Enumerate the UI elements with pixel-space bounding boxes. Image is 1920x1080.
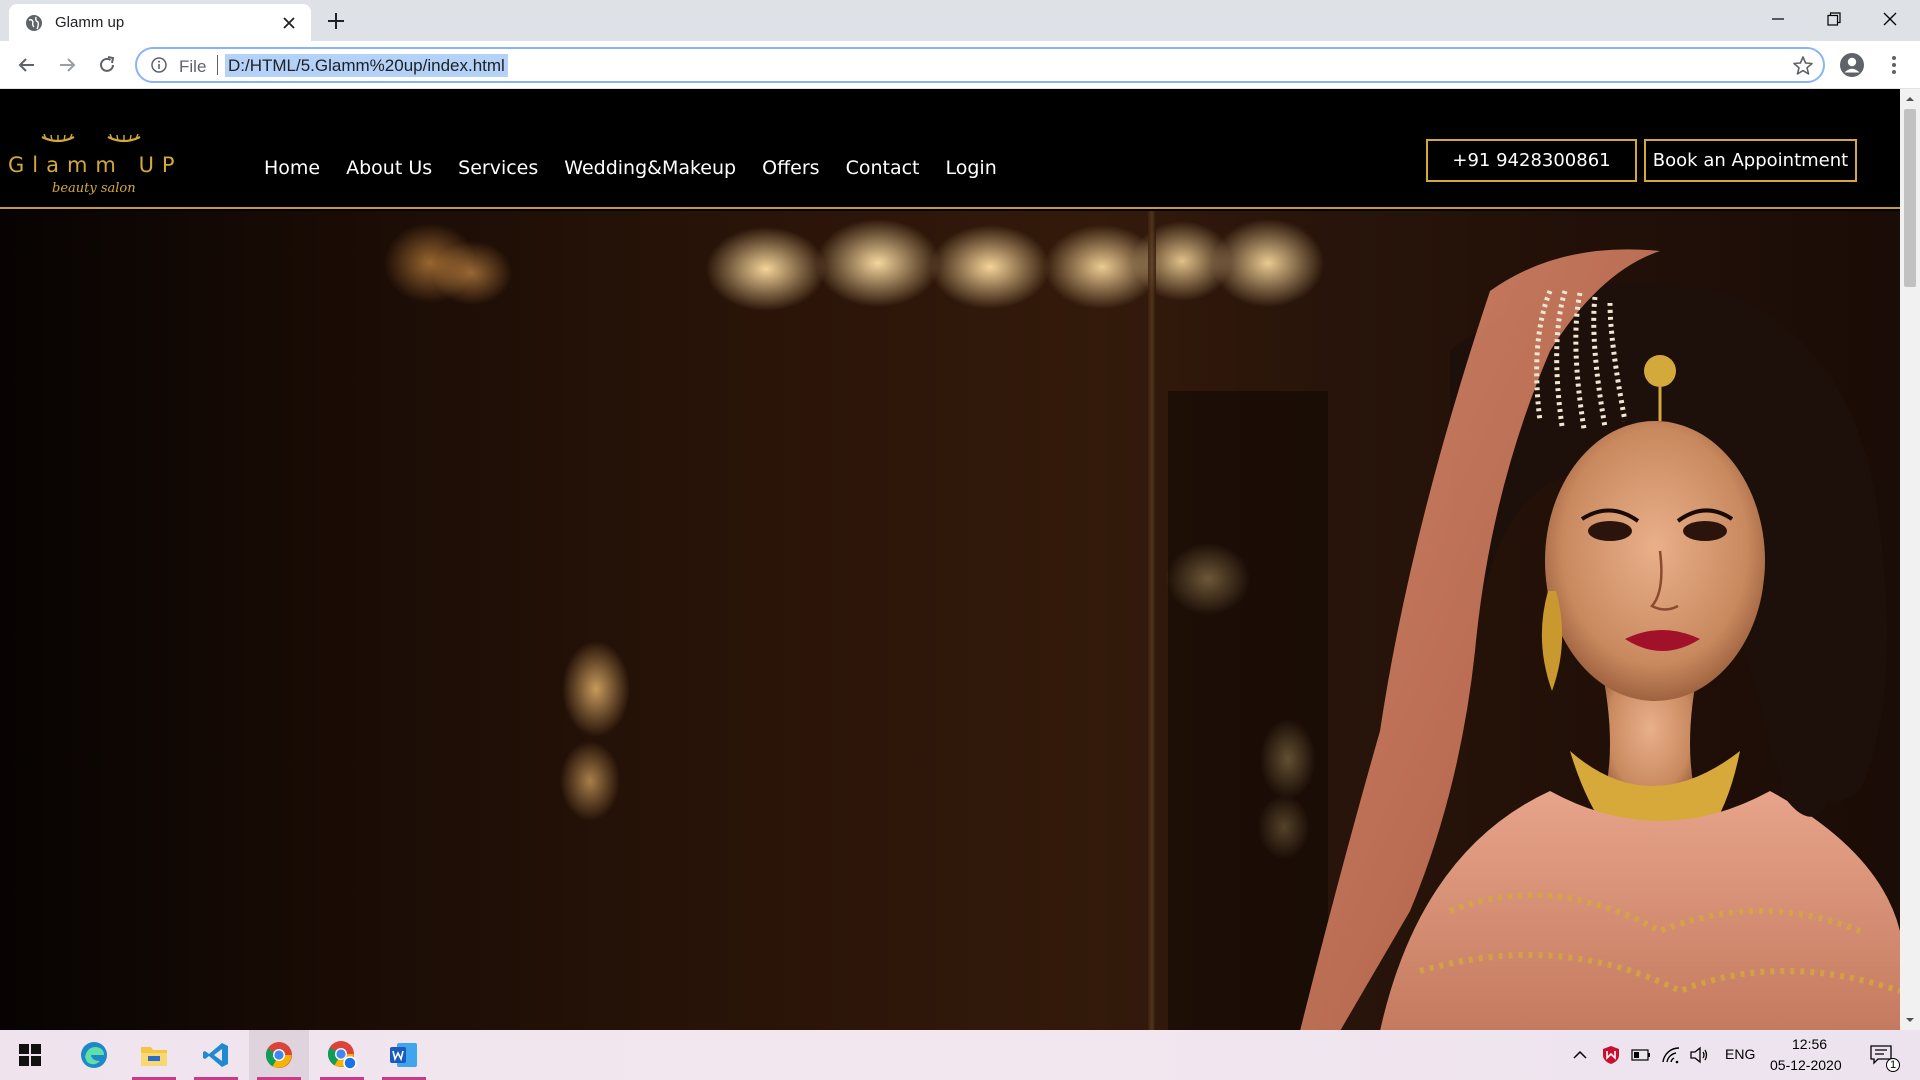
restore-icon bbox=[1827, 12, 1841, 26]
folder-icon bbox=[141, 1047, 167, 1066]
page-scrollbar[interactable] bbox=[1900, 89, 1920, 1030]
main-navigation: Home About Us Services Wedding&Makeup Of… bbox=[264, 157, 997, 179]
close-window-button[interactable] bbox=[1862, 0, 1918, 38]
address-bar[interactable]: File D:/HTML/5.Glamm%20up/index.html bbox=[135, 47, 1825, 83]
close-icon bbox=[1883, 12, 1897, 26]
reload-button[interactable] bbox=[93, 51, 121, 79]
bookmark-star-icon[interactable] bbox=[1792, 55, 1814, 77]
info-icon[interactable] bbox=[151, 57, 167, 73]
shield-icon bbox=[1603, 1046, 1619, 1064]
tab-title: Glamm up bbox=[55, 14, 125, 31]
nav-login[interactable]: Login bbox=[945, 157, 996, 179]
nav-wedding-makeup[interactable]: Wedding&Makeup bbox=[564, 157, 736, 179]
site-logo[interactable]: Glamm UP beauty salon bbox=[8, 131, 178, 201]
chevron-up-icon bbox=[1573, 1050, 1587, 1059]
url-separator bbox=[217, 55, 218, 75]
new-tab-icon[interactable] bbox=[325, 10, 347, 32]
profile-icon[interactable] bbox=[1838, 51, 1866, 79]
tray-wifi[interactable] bbox=[1661, 1045, 1681, 1065]
browser-titlebar: Glamm up bbox=[0, 0, 1920, 41]
taskbar-chrome-profile[interactable] bbox=[312, 1030, 372, 1080]
taskbar-edge[interactable] bbox=[64, 1030, 124, 1080]
scroll-up-icon[interactable] bbox=[1904, 93, 1916, 105]
word-icon bbox=[390, 1043, 417, 1067]
wifi-icon bbox=[1662, 1047, 1680, 1064]
browser-tab[interactable]: Glamm up bbox=[9, 4, 311, 41]
back-button[interactable] bbox=[13, 51, 41, 79]
taskbar-word[interactable] bbox=[374, 1030, 434, 1080]
chrome-icon bbox=[265, 1042, 292, 1068]
tray-antivirus[interactable] bbox=[1601, 1045, 1621, 1065]
globe-icon bbox=[26, 15, 42, 31]
nav-services[interactable]: Services bbox=[458, 157, 538, 179]
book-appointment-button[interactable]: Book an Appointment bbox=[1644, 139, 1857, 182]
site-header: Glamm UP beauty salon Home About Us Serv… bbox=[0, 89, 1900, 209]
taskbar-file-explorer[interactable] bbox=[124, 1030, 184, 1080]
tray-overflow[interactable] bbox=[1570, 1045, 1590, 1065]
taskbar-vscode[interactable] bbox=[186, 1030, 246, 1080]
nav-home[interactable]: Home bbox=[264, 157, 320, 179]
back-arrow-icon bbox=[18, 58, 34, 72]
start-button[interactable] bbox=[0, 1030, 60, 1080]
close-tab-icon[interactable] bbox=[279, 13, 299, 33]
nav-offers[interactable]: Offers bbox=[762, 157, 819, 179]
browser-toolbar: File D:/HTML/5.Glamm%20up/index.html bbox=[0, 41, 1920, 89]
windows-taskbar: ENG 12:56 05-12-2020 1 bbox=[0, 1030, 1920, 1080]
clock-date[interactable]: 05-12-2020 bbox=[1770, 1057, 1842, 1073]
windows-logo-icon bbox=[19, 1044, 41, 1066]
nav-contact[interactable]: Contact bbox=[846, 157, 920, 179]
nav-about-us[interactable]: About Us bbox=[346, 157, 432, 179]
tray-battery[interactable] bbox=[1631, 1045, 1651, 1065]
phone-button[interactable]: +91 9428300861 bbox=[1426, 139, 1637, 182]
bride-portrait-image bbox=[1300, 249, 1900, 1030]
language-indicator[interactable]: ENG bbox=[1725, 1046, 1755, 1062]
mirror-frame bbox=[1148, 211, 1156, 1030]
reload-icon bbox=[100, 56, 115, 72]
url-text[interactable]: D:/HTML/5.Glamm%20up/index.html bbox=[225, 54, 508, 77]
minimize-button[interactable] bbox=[1750, 0, 1806, 38]
logo-tagline: beauty salon bbox=[52, 181, 136, 196]
scrollbar-thumb[interactable] bbox=[1904, 109, 1916, 287]
taskbar-chrome[interactable] bbox=[249, 1030, 309, 1080]
minimize-icon bbox=[1772, 18, 1784, 20]
more-menu-icon[interactable] bbox=[1880, 51, 1908, 79]
eyelash-logo-icon bbox=[41, 133, 141, 143]
forward-button[interactable] bbox=[53, 51, 81, 79]
chrome-profile-icon bbox=[327, 1041, 357, 1070]
url-scheme-label: File bbox=[179, 57, 207, 76]
forward-arrow-icon bbox=[60, 58, 76, 72]
page-viewport: Glamm UP beauty salon Home About Us Serv… bbox=[0, 89, 1900, 1030]
battery-icon bbox=[1631, 1049, 1650, 1061]
tray-volume[interactable] bbox=[1689, 1045, 1709, 1065]
logo-name: Glamm UP bbox=[8, 153, 183, 177]
speaker-icon bbox=[1690, 1046, 1708, 1064]
notification-count-badge: 1 bbox=[1886, 1058, 1900, 1072]
edge-browser-icon bbox=[81, 1042, 107, 1068]
restore-button[interactable] bbox=[1806, 0, 1862, 38]
hero-banner bbox=[0, 211, 1900, 1030]
vscode-icon bbox=[203, 1043, 228, 1067]
clock-time[interactable]: 12:56 bbox=[1792, 1036, 1827, 1052]
scroll-down-icon[interactable] bbox=[1904, 1014, 1916, 1026]
